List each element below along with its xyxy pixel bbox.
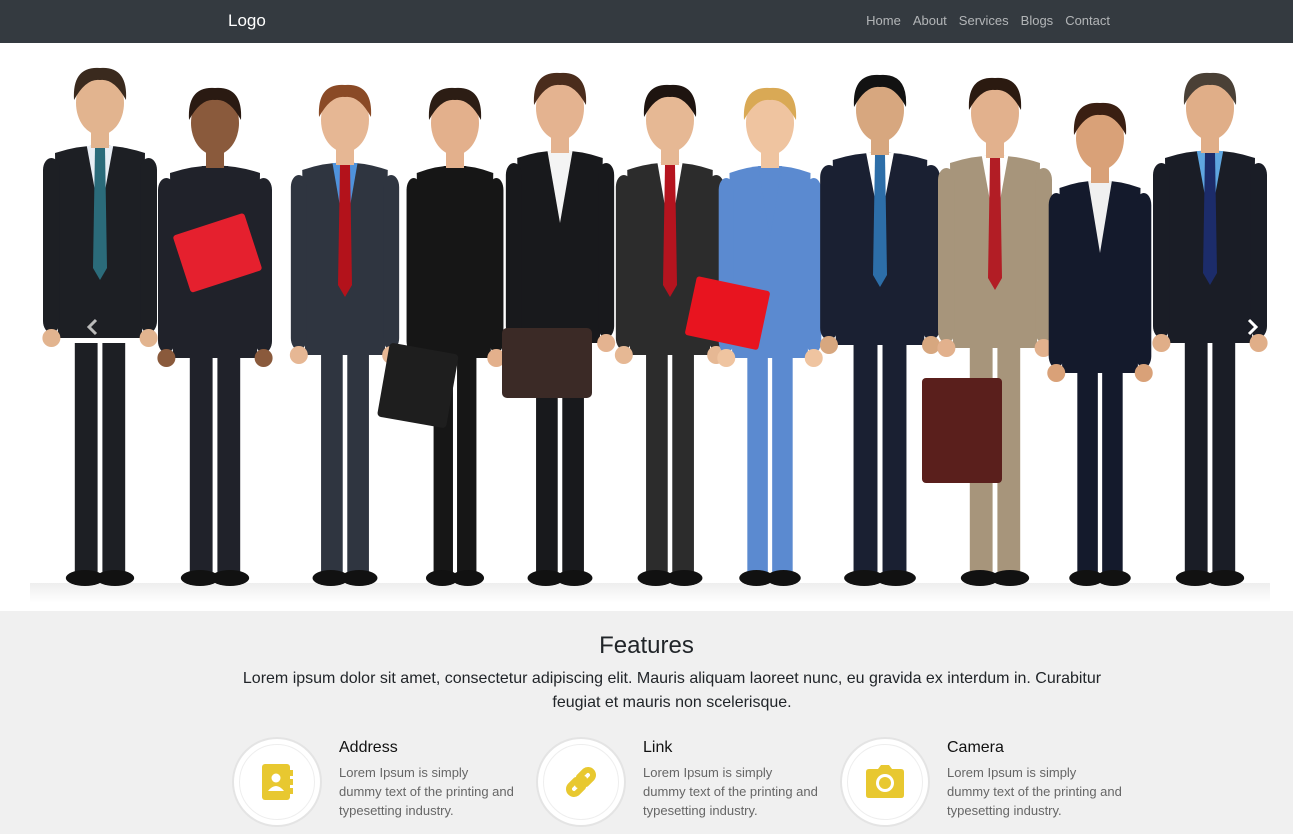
nav-contact[interactable]: Contact (1065, 12, 1110, 30)
hero-image (30, 67, 1270, 603)
carousel-prev-button[interactable] (80, 313, 104, 341)
feature-item-address: Address Lorem Ipsum is simply dummy text… (232, 737, 522, 837)
logo[interactable]: Logo (228, 10, 266, 32)
features-title: Features (599, 632, 694, 659)
feature-icon-circle (840, 737, 930, 827)
feature-item-camera: Camera Lorem Ipsum is simply dummy text … (840, 737, 1130, 837)
feature-text: Lorem Ipsum is simply dummy text of the … (643, 765, 818, 818)
features-section: Features Lorem ipsum dolor sit amet, con… (0, 611, 1293, 834)
feature-text: Lorem Ipsum is simply dummy text of the … (339, 765, 514, 818)
hero-carousel (0, 43, 1293, 611)
chevron-right-icon (1247, 318, 1259, 336)
feature-title: Link (643, 739, 673, 756)
link-icon (566, 767, 596, 797)
navbar: Logo Home About Services Blogs Contact (0, 0, 1293, 43)
address-book-icon (262, 764, 293, 800)
feature-item-link: Link Lorem Ipsum is simply dummy text of… (536, 737, 826, 837)
nav-home[interactable]: Home (866, 12, 901, 30)
feature-title: Address (339, 739, 398, 756)
carousel-next-button[interactable] (1241, 313, 1265, 341)
nav-about[interactable]: About (913, 12, 947, 30)
main-nav: Home About Services Blogs Contact (866, 12, 1110, 30)
feature-icon-circle (536, 737, 626, 827)
chevron-left-icon (86, 318, 98, 336)
feature-icon-circle (232, 737, 322, 827)
nav-services[interactable]: Services (959, 12, 1009, 30)
feature-title: Camera (947, 739, 1004, 756)
nav-blogs[interactable]: Blogs (1021, 12, 1054, 30)
feature-text: Lorem Ipsum is simply dummy text of the … (947, 765, 1122, 818)
camera-icon (866, 765, 904, 798)
features-lead: Lorem ipsum dolor sit amet, consectetur … (242, 670, 1102, 711)
